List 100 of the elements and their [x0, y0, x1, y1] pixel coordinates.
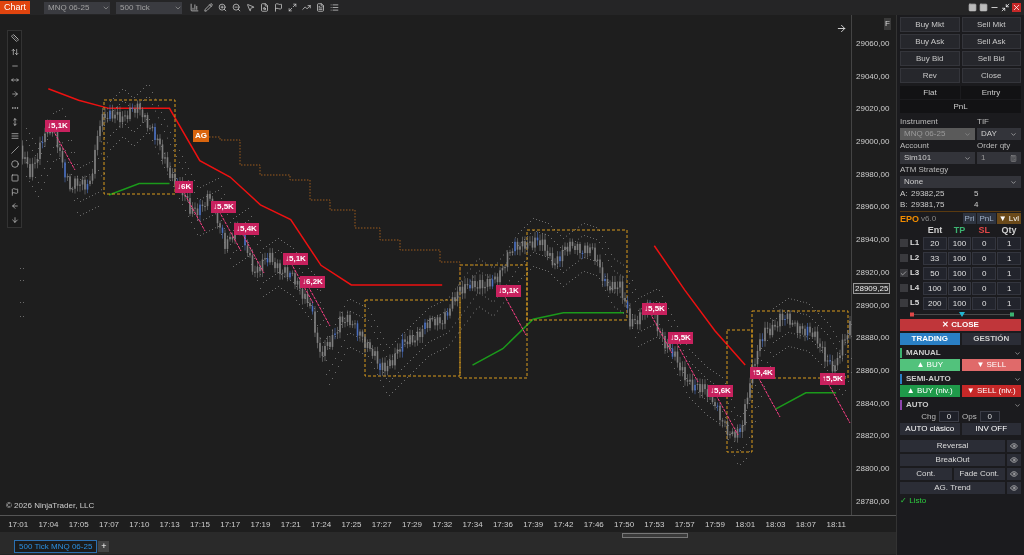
level-checkbox[interactable]	[900, 254, 908, 262]
axis-corner-label[interactable]: F	[884, 18, 891, 30]
bars-icon[interactable]	[190, 3, 199, 12]
level-value-field[interactable]: 100	[947, 236, 972, 250]
document-search-icon[interactable]	[260, 3, 269, 12]
list-icon[interactable]	[330, 3, 339, 12]
level-value-field[interactable]: 1	[997, 281, 1021, 295]
level-value-field[interactable]: 0	[972, 266, 997, 280]
level-checkbox[interactable]	[900, 269, 908, 277]
level-value-field[interactable]: 1	[997, 266, 1021, 280]
strategy-button[interactable]: Fade Cont.	[953, 468, 1005, 480]
level-value-field[interactable]: 1	[997, 296, 1021, 310]
level-value-field[interactable]: 33	[922, 251, 947, 265]
order-button[interactable]: Sell Ask	[961, 34, 1021, 49]
auto-field[interactable]: 0	[979, 411, 1000, 422]
level-value-field[interactable]: 100	[947, 281, 972, 295]
pointer-icon[interactable]	[246, 3, 255, 12]
scrollbar-thumb[interactable]	[622, 533, 688, 538]
arrow-right-icon[interactable]	[836, 23, 847, 34]
flag-icon[interactable]	[274, 3, 283, 12]
square-icon[interactable]	[968, 3, 977, 12]
level-value-field[interactable]: 100	[947, 266, 972, 280]
zoom-in-icon[interactable]	[218, 3, 227, 12]
epo-tab[interactable]: Pri	[962, 213, 977, 224]
down-arrow-icon[interactable]	[10, 216, 19, 224]
level-value-field[interactable]: 1	[997, 251, 1021, 265]
strategy-button[interactable]: Reversal	[900, 440, 1005, 452]
level-value-field[interactable]: 100	[947, 251, 972, 265]
toggle-button[interactable]	[1007, 468, 1021, 480]
section-button[interactable]: ▲ BUY (niv.)	[900, 385, 960, 397]
atm-strategy-select[interactable]: None	[900, 176, 1021, 188]
level-value-field[interactable]: 200	[922, 296, 947, 310]
strategy-button[interactable]: Cont.	[900, 468, 952, 480]
circle-icon[interactable]	[10, 160, 19, 168]
time-tick-label: 18:11	[825, 519, 847, 531]
order-button[interactable]: Buy Mkt	[900, 17, 960, 32]
toggle-button[interactable]	[1007, 440, 1021, 452]
section-button[interactable]: ▼ SELL (niv.)	[961, 385, 1021, 397]
order-button[interactable]: Buy Ask	[900, 34, 960, 49]
add-tab-button[interactable]: +	[98, 541, 110, 552]
level-value-field[interactable]: 50	[922, 266, 947, 280]
dots-icon[interactable]	[10, 104, 19, 112]
caret-icon	[964, 130, 971, 138]
zoom-out-icon[interactable]	[232, 3, 241, 12]
level-checkbox[interactable]	[900, 284, 908, 292]
rectangle-icon[interactable]	[10, 174, 19, 182]
section-button[interactable]: AUTO clásico	[900, 423, 960, 435]
horizontal-arrows-icon[interactable]	[10, 76, 19, 84]
mode-tab[interactable]: TRADING	[900, 333, 960, 345]
trend-icon[interactable]	[302, 3, 311, 12]
calculator-icon[interactable]	[1010, 154, 1017, 162]
toggle-button[interactable]	[1007, 454, 1021, 466]
instrument-dropdown[interactable]: MNQ 06-25	[44, 1, 110, 14]
document-icon[interactable]	[316, 3, 325, 12]
close-icon[interactable]	[1012, 3, 1021, 12]
level-value-field[interactable]: 100	[922, 281, 947, 295]
expand-icon[interactable]	[288, 3, 297, 12]
diagonal-line-icon[interactable]	[10, 146, 19, 154]
level-value-field[interactable]: 20	[922, 236, 947, 250]
period-dropdown[interactable]: 500 Tick	[116, 1, 182, 14]
signal-line	[241, 232, 265, 274]
arrow-line-icon[interactable]	[10, 90, 19, 98]
level-value-field[interactable]: 0	[972, 236, 997, 250]
square-icon[interactable]	[979, 3, 988, 12]
order-qty-field[interactable]: 1	[977, 152, 1021, 164]
level-value-field[interactable]: 100	[947, 296, 972, 310]
level-checkbox[interactable]	[900, 239, 908, 247]
mode-tab[interactable]: GESTIÓN	[961, 333, 1021, 345]
restore-icon[interactable]	[1001, 3, 1010, 12]
level-checkbox[interactable]	[900, 299, 908, 307]
flag-icon[interactable]	[10, 188, 19, 196]
level-value-field[interactable]: 0	[972, 251, 997, 265]
ruler-icon[interactable]	[10, 34, 19, 42]
section-button[interactable]: INV OFF	[961, 423, 1021, 435]
tif-select[interactable]: DAY	[977, 128, 1021, 140]
level-value-field[interactable]: 0	[972, 281, 997, 295]
time-tick-label: 17:25	[340, 519, 363, 531]
auto-field[interactable]: 0	[939, 411, 959, 422]
up-down-arrows-icon[interactable]	[10, 48, 19, 56]
account-select[interactable]: Sim101	[900, 152, 975, 164]
order-button[interactable]: Buy Bid	[900, 51, 960, 66]
level-value-field[interactable]: 1	[997, 236, 1021, 250]
time-tick-label: 17:21	[279, 519, 302, 531]
toggle-button[interactable]	[1007, 482, 1021, 494]
order-button[interactable]: Sell Bid	[961, 51, 1021, 66]
left-arrow-icon[interactable]	[10, 202, 19, 210]
horizontal-line-icon[interactable]	[10, 62, 19, 70]
strategy-button[interactable]: BreakOut	[900, 454, 1005, 466]
chart-tab[interactable]: 500 Tick MNQ 06-25	[14, 540, 98, 553]
order-button[interactable]: Close	[961, 68, 1021, 83]
order-button[interactable]: Rev	[900, 68, 960, 83]
strategy-button[interactable]: AG. Trend	[900, 482, 1005, 494]
level-value-field[interactable]: 0	[972, 296, 997, 310]
epo-tab[interactable]: PnL	[977, 213, 996, 224]
close-position-button[interactable]: ✕ CLOSE	[900, 319, 1021, 331]
vertical-arrows-icon[interactable]	[10, 118, 19, 126]
epo-tab[interactable]: ▼ Lvl	[996, 213, 1021, 224]
lines-icon[interactable]	[10, 132, 19, 140]
pencil-icon[interactable]	[204, 3, 213, 12]
order-button[interactable]: Sell Mkt	[961, 17, 1021, 32]
